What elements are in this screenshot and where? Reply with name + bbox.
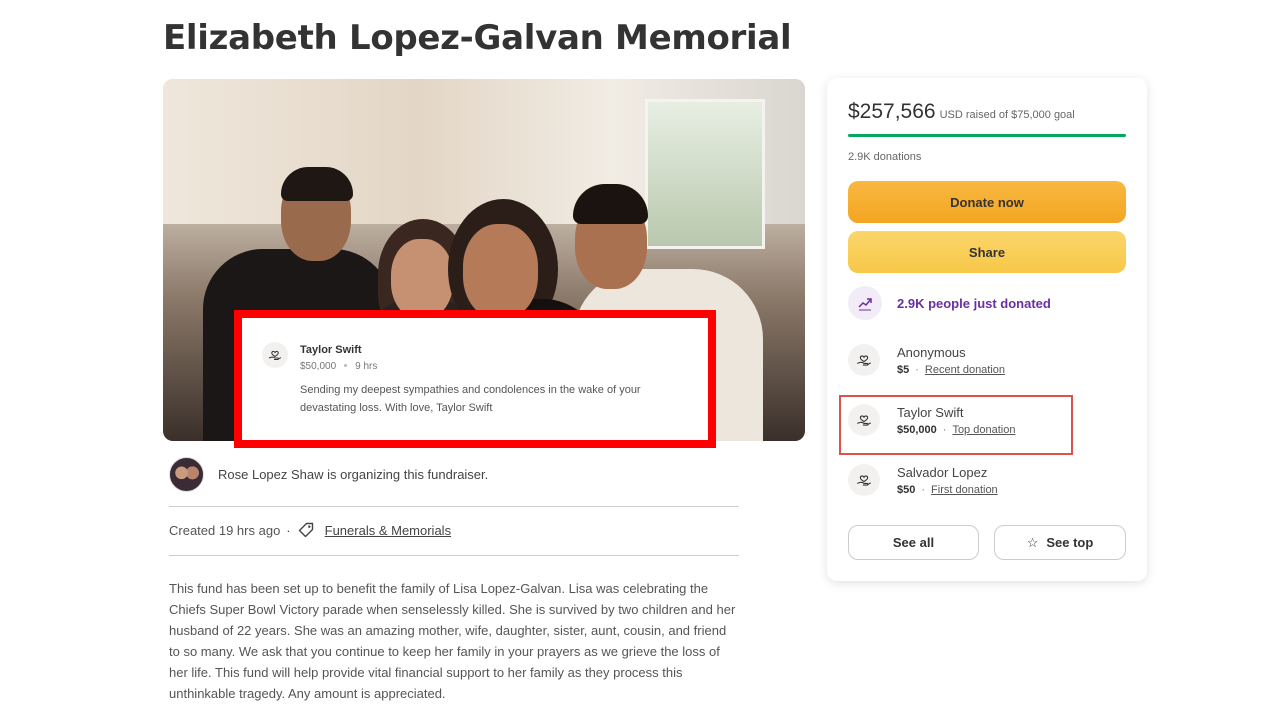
trending-up-icon bbox=[848, 286, 882, 320]
meta-separator: · bbox=[286, 522, 291, 538]
donor-amount: $5 bbox=[897, 363, 910, 376]
donation-time: 9 hrs bbox=[355, 361, 378, 372]
donation-amount: $50,000 bbox=[300, 361, 337, 372]
organizer-avatar[interactable] bbox=[169, 457, 204, 492]
tag-icon bbox=[298, 522, 313, 538]
donation-trend: 2.9K people just donated bbox=[848, 286, 1051, 320]
share-button[interactable]: Share bbox=[848, 231, 1126, 273]
see-top-label: See top bbox=[1046, 535, 1094, 550]
donation-heart-hand-icon bbox=[262, 342, 288, 368]
separator-dot bbox=[344, 363, 348, 367]
photo-person-2-head bbox=[391, 239, 453, 319]
highlight-annotation-box bbox=[839, 395, 1073, 455]
photo-person-1-hair bbox=[281, 167, 353, 201]
donor-item: Salvador Lopez $50 · First donation bbox=[848, 464, 998, 496]
highlighted-donation-card: Taylor Swift $50,000 9 hrs Sending my dee… bbox=[234, 310, 716, 448]
donor-name: Salvador Lopez bbox=[897, 464, 988, 480]
donation-meta: $50,000 9 hrs bbox=[300, 361, 377, 372]
progress-fill bbox=[848, 134, 1126, 137]
separator-dot: · bbox=[921, 483, 926, 496]
donation-heart-hand-icon bbox=[848, 464, 880, 496]
goal-text: USD raised of $75,000 goal bbox=[939, 109, 1075, 121]
amount-raised: $257,566 USD raised of $75,000 goal bbox=[848, 100, 1075, 124]
donation-tag-link[interactable]: First donation bbox=[931, 484, 998, 496]
photo-window bbox=[645, 99, 765, 249]
see-all-button[interactable]: See all bbox=[848, 525, 979, 560]
progress-bar bbox=[848, 134, 1126, 137]
organizer-text: Rose Lopez Shaw is organizing this fundr… bbox=[218, 467, 489, 482]
donor-amount: $50 bbox=[897, 483, 916, 496]
divider bbox=[169, 555, 739, 556]
trend-text: 2.9K people just donated bbox=[897, 295, 1051, 311]
donation-tag-link[interactable]: Recent donation bbox=[925, 364, 1005, 376]
separator-dot: · bbox=[915, 363, 919, 376]
donation-sidebar: $257,566 USD raised of $75,000 goal 2.9K… bbox=[827, 78, 1147, 581]
raised-amount: $257,566 bbox=[848, 100, 936, 123]
donor-name: Taylor Swift bbox=[300, 344, 362, 356]
see-all-label: See all bbox=[892, 535, 935, 550]
fundraiser-description: This fund has been set up to benefit the… bbox=[169, 581, 736, 701]
fundraiser-meta: Created 19 hrs ago · Funerals & Memorial… bbox=[169, 521, 451, 539]
donor-name: Anonymous bbox=[897, 344, 966, 360]
donate-now-button[interactable]: Donate now bbox=[848, 181, 1126, 223]
page-title: Elizabeth Lopez-Galvan Memorial bbox=[163, 18, 792, 58]
see-top-button[interactable]: ☆ See top bbox=[994, 525, 1126, 560]
star-icon: ☆ bbox=[1026, 534, 1039, 550]
donor-item: Anonymous $5 · Recent donation bbox=[848, 344, 1005, 376]
donation-message: Sending my deepest sympathies and condol… bbox=[300, 384, 641, 414]
created-time: Created 19 hrs ago bbox=[169, 522, 281, 538]
donation-count: 2.9K donations bbox=[848, 151, 922, 163]
category-link[interactable]: Funerals & Memorials bbox=[325, 523, 451, 538]
organizer-row: Rose Lopez Shaw is organizing this fundr… bbox=[169, 457, 488, 492]
divider bbox=[169, 506, 739, 507]
donation-heart-hand-icon bbox=[848, 344, 880, 376]
photo-person-3-head bbox=[463, 224, 538, 319]
